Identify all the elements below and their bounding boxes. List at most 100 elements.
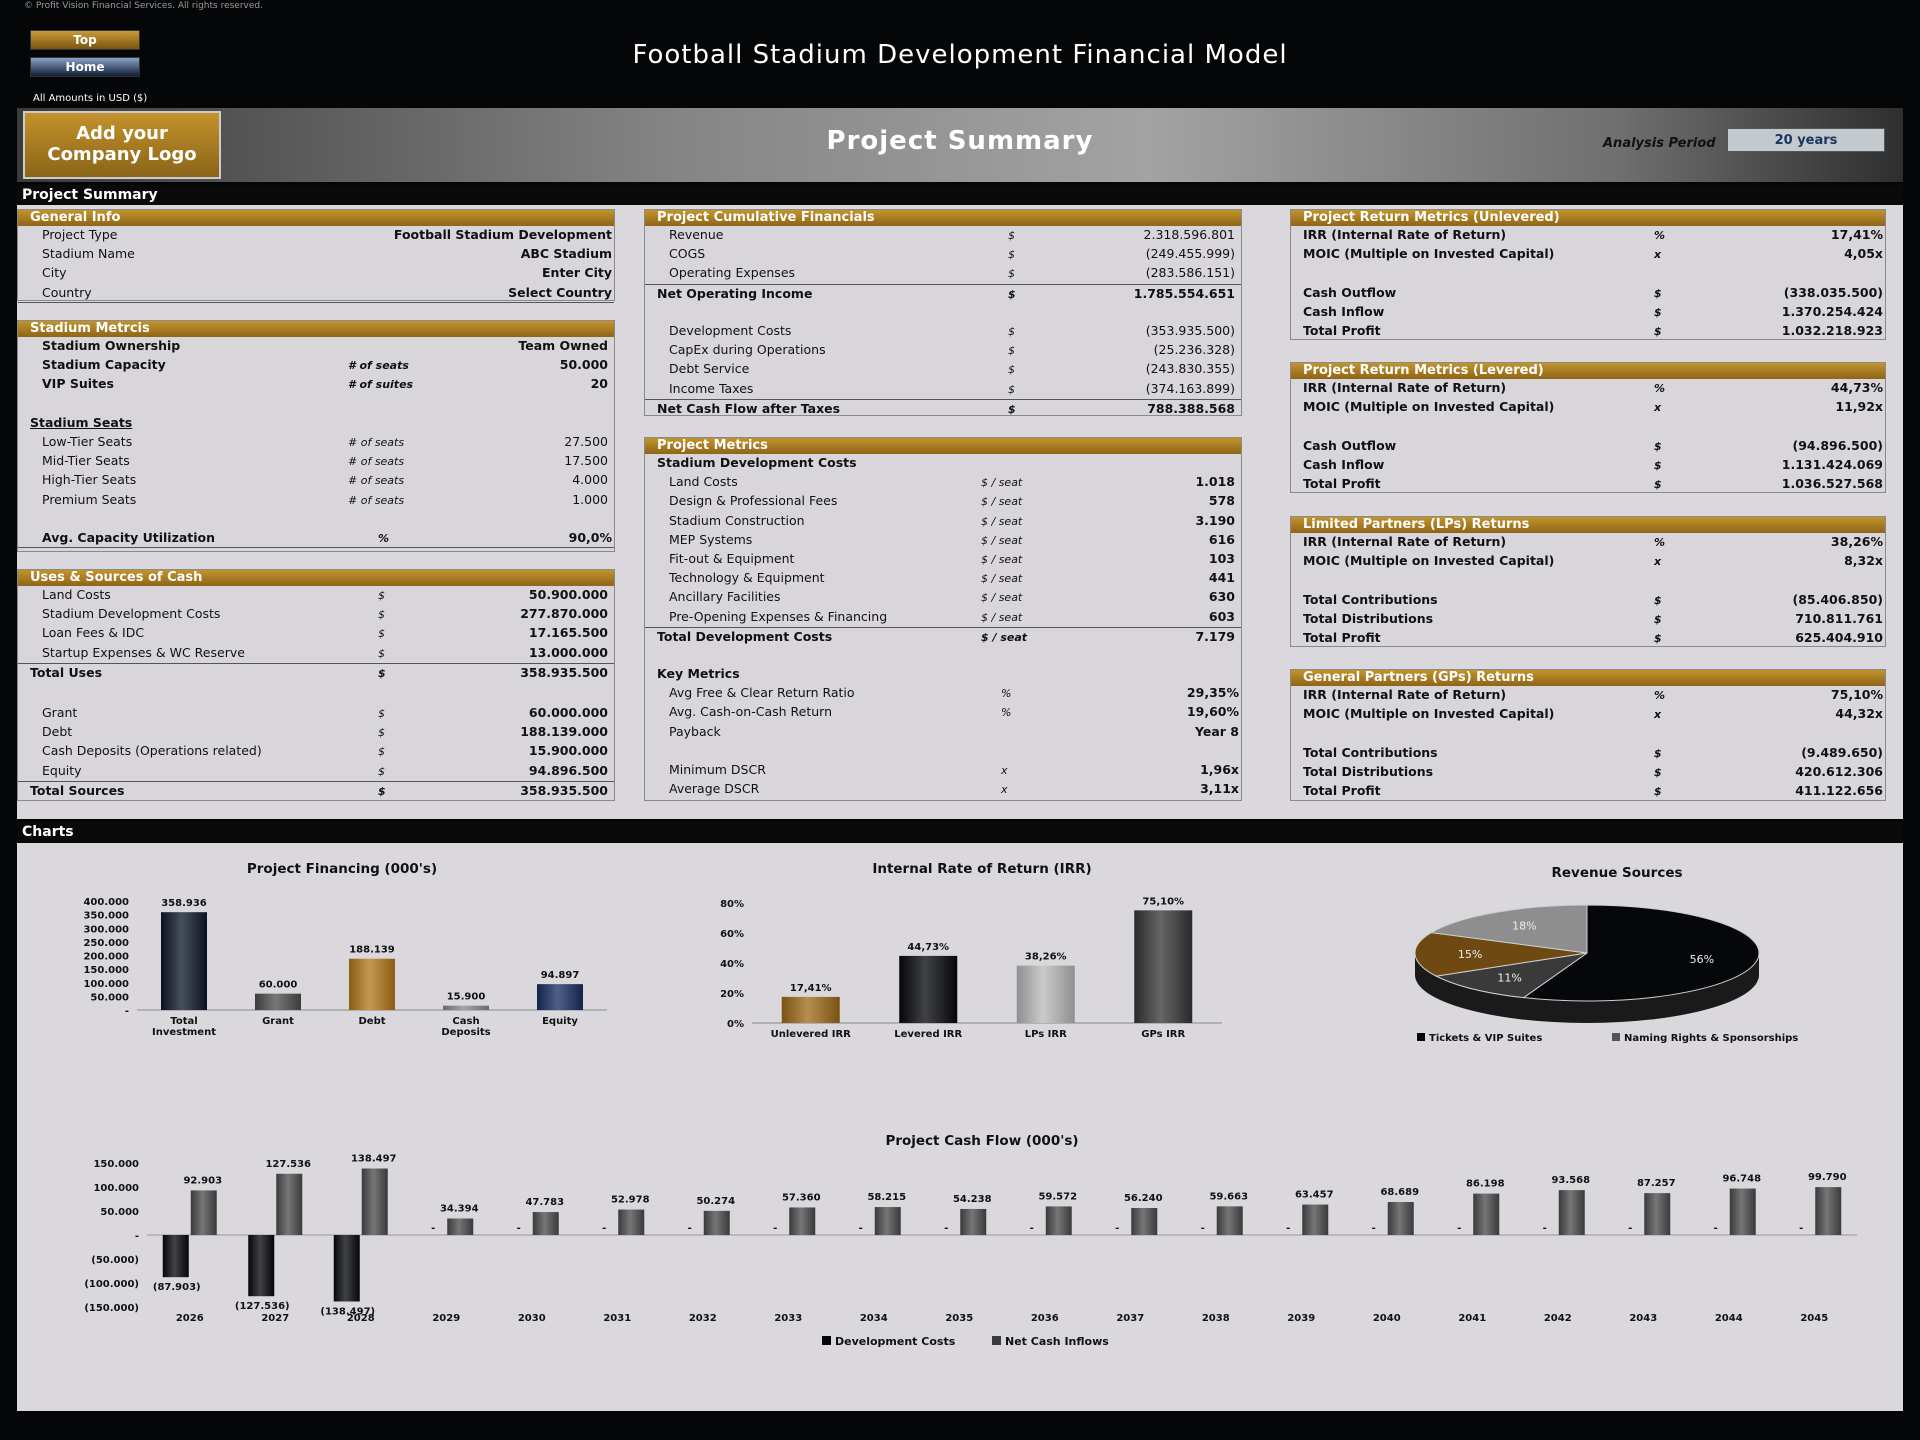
general-info-title: General Info <box>18 210 614 226</box>
row-label: Average DSCR <box>669 781 760 797</box>
row-label: Total Sources <box>30 782 125 798</box>
row-value: 11,92x <box>1835 399 1883 415</box>
y-tick-label: 60% <box>720 929 744 940</box>
row-label: Cash Outflow <box>1303 284 1397 300</box>
row-label: Income Taxes <box>669 380 754 396</box>
row-label: Operating Expenses <box>669 265 796 281</box>
row-label: Total Profit <box>1303 629 1381 645</box>
row-unit: $ <box>378 764 385 778</box>
data-label: 34.394 <box>440 1203 479 1214</box>
data-label: - <box>1372 1223 1376 1234</box>
row-value: 616 <box>1208 531 1235 547</box>
row-unit: x <box>1001 764 1008 777</box>
x-tick-label: Cash <box>452 1016 479 1027</box>
table-row: Total Profit $411.122.656 <box>1291 782 1885 801</box>
bar <box>190 1190 217 1235</box>
row-value: 20 <box>590 376 608 392</box>
row-value: (374.163.899) <box>1145 380 1235 396</box>
y-tick-label: 300.000 <box>83 924 129 935</box>
data-label: - <box>1628 1223 1632 1234</box>
y-tick-label: 250.000 <box>83 938 129 949</box>
row-label: IRR (Internal Rate of Return) <box>1303 380 1507 395</box>
row-value: 625.404.910 <box>1795 629 1883 645</box>
bar <box>1644 1193 1671 1235</box>
row-label: Loan Fees & IDC <box>42 625 145 641</box>
table-row: Technology & Equipment $ / seat 441 <box>645 569 1241 588</box>
x-tick-label: 2031 <box>603 1313 631 1324</box>
analysis-period-value[interactable]: 20 years <box>1727 128 1885 152</box>
table-row: Land Costs $50.900.000 <box>18 586 614 605</box>
table-row: Low-Tier Seats # of seats 27.500 <box>18 433 614 452</box>
x-tick-label: Deposits <box>441 1027 490 1038</box>
row-value: Football Stadium Development <box>393 227 612 242</box>
row-label: MOIC (Multiple on Invested Capital) <box>1303 706 1555 722</box>
row-value: 420.612.306 <box>1795 763 1883 779</box>
data-label: 47.783 <box>525 1197 564 1208</box>
data-label: 57.360 <box>782 1192 821 1203</box>
row-unit: % <box>1654 382 1666 395</box>
data-label: 58.215 <box>867 1192 906 1203</box>
row-unit: $ <box>1654 784 1662 798</box>
bar <box>703 1210 730 1235</box>
row-unit: x <box>1654 248 1662 262</box>
row-value: 1.032.218.923 <box>1781 322 1883 338</box>
charts-body: Project Financing (000's) - 50.000 100.000… <box>17 843 1903 1411</box>
row-unit: $ / seat <box>981 630 1028 644</box>
levered-panel: Project Return Metrics (Levered) IRR (In… <box>1290 362 1886 493</box>
table-row: Cash Inflow $1.131.424.069 <box>1291 456 1885 475</box>
table-row: IRR (Internal Rate of Return)% 38,26% <box>1291 533 1885 552</box>
row-value: 17,41% <box>1830 227 1883 242</box>
row-value: 1.000 <box>572 491 608 507</box>
table-row: MOIC (Multiple on Invested Capital) x 44,3… <box>1291 705 1885 724</box>
x-tick-label: Grant <box>262 1016 294 1027</box>
row-label: Stadium Ownership <box>42 338 181 353</box>
legend-swatch <box>822 1336 831 1345</box>
row-unit: $ <box>1654 593 1662 607</box>
x-tick-label: 2030 <box>518 1313 546 1324</box>
chart-title-revenue: Revenue Sources <box>1551 865 1683 881</box>
row-unit: $ <box>1008 229 1015 242</box>
row-unit: $ / seat <box>981 591 1023 605</box>
row-label: Design & Professional Fees <box>669 493 838 509</box>
table-row: High-Tier Seats # of seats 4.000 <box>18 471 614 490</box>
row-heading: Stadium Seats <box>18 414 614 433</box>
legend-swatch <box>1612 1033 1620 1041</box>
row-value: 19,60% <box>1186 704 1239 720</box>
revenue-pie-chart: 56% 11% 15% 18% Tickets & VIP Suites Naming R… <box>1414 904 1798 1044</box>
chart-title-irr: Internal Rate of Return (IRR) <box>872 861 1092 877</box>
row-label: Total Contributions <box>1303 591 1438 607</box>
x-tick-label: Investment <box>152 1027 216 1038</box>
row-label: IRR (Internal Rate of Return) <box>1303 227 1507 242</box>
row-label: Cash Inflow <box>1303 303 1385 319</box>
row-label: Net Cash Flow after Taxes <box>657 400 841 416</box>
row-value: 2.318.596.801 <box>1143 227 1235 242</box>
data-label: - <box>688 1223 692 1234</box>
row-unit: $ <box>1008 363 1015 377</box>
table-row: Avg. Capacity Utilization% 90,0% <box>18 529 614 549</box>
row-label: Cash Deposits (Operations related) <box>42 743 262 759</box>
row-value: 60.000.000 <box>528 704 608 720</box>
row-value: Team Owned <box>518 338 608 353</box>
table-row: Total Development Costs $ / seat 7.179 <box>645 626 1241 646</box>
row-label: MOIC (Multiple on Invested Capital) <box>1303 246 1555 262</box>
row-unit: $ <box>1654 631 1662 645</box>
row-value: ABC Stadium <box>520 246 612 262</box>
row-label: Debt Service <box>669 361 750 377</box>
row-label: Country <box>42 284 92 300</box>
row-label: MOIC (Multiple on Invested Capital) <box>1303 399 1555 415</box>
row-label: Total Profit <box>1303 322 1381 338</box>
data-label: 75,10% <box>1142 896 1184 907</box>
row-unit: # of seats <box>348 359 409 373</box>
bar <box>781 996 840 1023</box>
x-tick-label: 2040 <box>1373 1313 1401 1324</box>
y-tick-label: (150.000) <box>84 1303 139 1314</box>
table-row: Income Taxes $ (374.163.899) <box>645 380 1241 399</box>
y-tick-label: 150.000 <box>83 965 129 976</box>
uses-sources-title: Uses & Sources of Cash <box>18 570 614 586</box>
data-label: 17,41% <box>790 983 832 994</box>
